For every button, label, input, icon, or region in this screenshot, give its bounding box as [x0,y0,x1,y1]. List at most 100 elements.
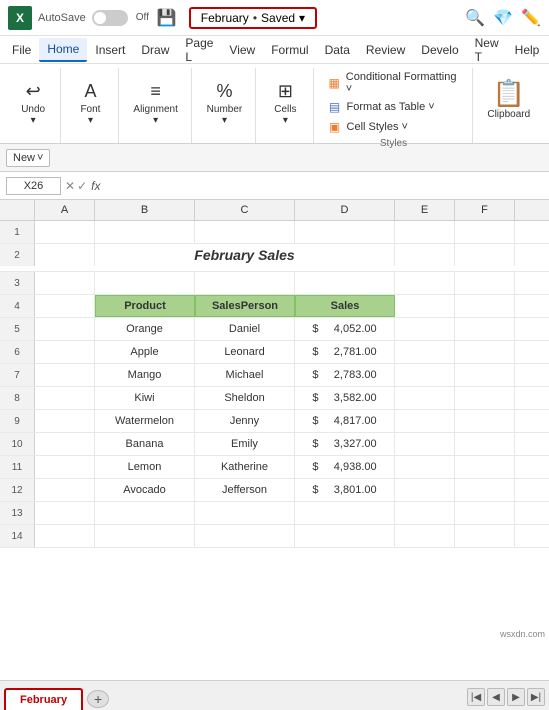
cell-c11[interactable]: Katherine [195,456,295,478]
diamond-icon[interactable]: 💎 [493,8,513,28]
cell-a11[interactable] [35,456,95,478]
tab-nav-last[interactable]: ▶| [527,688,545,706]
alignment-dropdown[interactable]: ▾ [153,115,158,126]
cell-f1[interactable] [455,221,515,243]
cell-c12[interactable]: Jefferson [195,479,295,501]
col-header-d[interactable]: D [295,200,395,220]
clipboard-button[interactable]: 📋 Clipboard [481,70,536,124]
cell-a12[interactable] [35,479,95,501]
cell-b6[interactable]: Apple [95,341,195,363]
col-header-c[interactable]: C [195,200,295,220]
menu-file[interactable]: File [4,39,39,61]
cell-a5[interactable] [35,318,95,340]
cell-f2[interactable] [455,244,515,266]
cell-c1[interactable] [195,221,295,243]
cell-d12[interactable]: $ 3,801.00 [295,479,395,501]
cell-e7[interactable] [395,364,455,386]
new-dropdown-icon[interactable]: ˅ [37,152,43,164]
cell-a14[interactable] [35,525,95,547]
cell-c5[interactable]: Daniel [195,318,295,340]
cell-e2[interactable] [395,244,455,266]
cell-b3[interactable] [95,272,195,294]
cell-b5[interactable]: Orange [95,318,195,340]
cell-e11[interactable] [395,456,455,478]
cell-d8[interactable]: $ 3,582.00 [295,387,395,409]
cell-a10[interactable] [35,433,95,455]
autosave-toggle[interactable] [92,10,128,26]
cell-e9[interactable] [395,410,455,432]
cell-e14[interactable] [395,525,455,547]
cell-e13[interactable] [395,502,455,524]
cell-b12[interactable]: Avocado [95,479,195,501]
cell-e3[interactable] [395,272,455,294]
cell-a4[interactable] [35,295,95,317]
cell-a8[interactable] [35,387,95,409]
cell-e12[interactable] [395,479,455,501]
cell-b13[interactable] [95,502,195,524]
col-header-e[interactable]: E [395,200,455,220]
cell-f12[interactable] [455,479,515,501]
cell-d4-header[interactable]: Sales [295,295,395,317]
format-as-table-button[interactable]: ▤ Format as Table ˅ [324,98,464,116]
cell-c6[interactable]: Leonard [195,341,295,363]
cell-f10[interactable] [455,433,515,455]
tab-nav-next[interactable]: ▶ [507,688,525,706]
number-dropdown[interactable]: ▾ [222,115,227,126]
menu-home[interactable]: Home [39,38,87,62]
title-dropdown-arrow[interactable]: ▾ [299,11,305,25]
search-icon[interactable]: 🔍 [465,8,485,28]
cell-e4[interactable] [395,295,455,317]
cell-d10[interactable]: $ 3,327.00 [295,433,395,455]
cell-reference-input[interactable] [6,177,61,195]
cells-button[interactable]: ⊞ Cells ▾ [265,77,305,130]
cell-a1[interactable] [35,221,95,243]
cell-e8[interactable] [395,387,455,409]
cell-f3[interactable] [455,272,515,294]
cell-d14[interactable] [295,525,395,547]
cell-d5[interactable]: $ 4,052.00 [295,318,395,340]
font-button[interactable]: A Font ▾ [70,77,110,130]
cell-f7[interactable] [455,364,515,386]
cell-b11[interactable]: Lemon [95,456,195,478]
col-header-a[interactable]: A [35,200,95,220]
menu-data[interactable]: Data [317,39,358,61]
add-sheet-button[interactable]: + [87,690,109,708]
cell-c7[interactable]: Michael [195,364,295,386]
cell-d3[interactable] [295,272,395,294]
menu-draw[interactable]: Draw [133,39,177,61]
tab-nav-first[interactable]: |◀ [467,688,485,706]
new-button[interactable]: New ˅ [6,149,50,167]
number-button[interactable]: % Number ▾ [201,77,249,130]
cell-b9[interactable]: Watermelon [95,410,195,432]
menu-review[interactable]: Review [358,39,413,61]
cell-a13[interactable] [35,502,95,524]
cell-f9[interactable] [455,410,515,432]
cell-c14[interactable] [195,525,295,547]
cell-b4-header[interactable]: Product [95,295,195,317]
cell-c9[interactable]: Jenny [195,410,295,432]
cell-b2-title[interactable]: February Sales [95,244,395,266]
cell-c10[interactable]: Emily [195,433,295,455]
cancel-formula-icon[interactable]: ✕ [65,179,75,193]
cell-f5[interactable] [455,318,515,340]
undo-dropdown[interactable]: ▾ [31,115,36,126]
cell-f13[interactable] [455,502,515,524]
cell-d6[interactable]: $ 2,781.00 [295,341,395,363]
cell-styles-button[interactable]: ▣ Cell Styles ˅ [324,118,464,136]
cell-e5[interactable] [395,318,455,340]
cell-f14[interactable] [455,525,515,547]
cell-e6[interactable] [395,341,455,363]
tab-nav-prev[interactable]: ◀ [487,688,505,706]
cell-b7[interactable]: Mango [95,364,195,386]
cell-f6[interactable] [455,341,515,363]
cell-c3[interactable] [195,272,295,294]
menu-view[interactable]: View [221,39,263,61]
alignment-button[interactable]: ≡ Alignment ▾ [127,77,183,130]
cell-d1[interactable] [295,221,395,243]
cells-dropdown[interactable]: ▾ [283,115,288,126]
cell-f4[interactable] [455,295,515,317]
cell-b10[interactable]: Banana [95,433,195,455]
confirm-formula-icon[interactable]: ✓ [77,179,87,193]
cell-c13[interactable] [195,502,295,524]
col-header-f[interactable]: F [455,200,515,220]
